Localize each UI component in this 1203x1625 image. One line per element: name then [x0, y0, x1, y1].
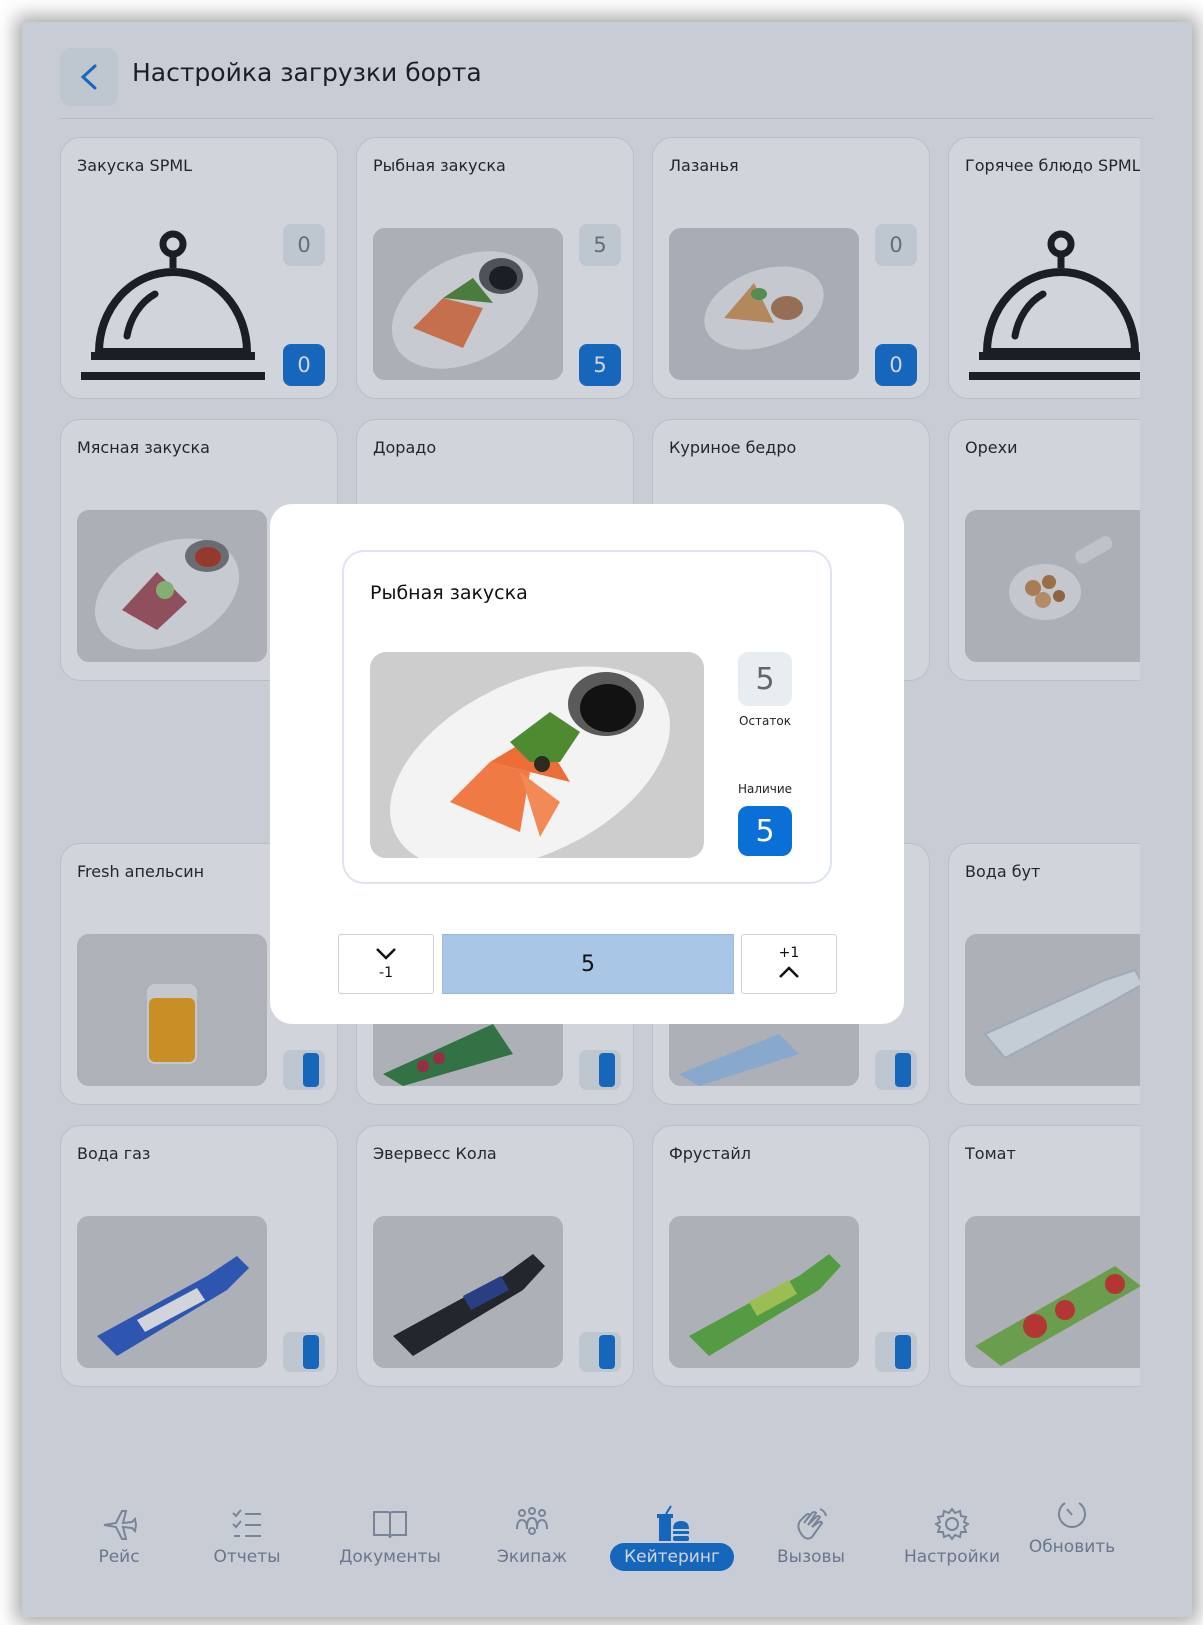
chevron-up-icon [779, 966, 799, 978]
quantity-input[interactable]: 5 [442, 934, 734, 994]
remaining-label: Остаток [739, 714, 791, 728]
product-detail-card: Рыбная закуска 5 Остаток Наличие 5 [342, 550, 832, 884]
fish-appetizer-photo [370, 652, 704, 858]
available-count: 5 [738, 806, 792, 856]
app-screen: Настройка загрузки борта Закуска SPML 0 … [22, 22, 1192, 1617]
decrement-label: -1 [379, 965, 393, 981]
chevron-down-icon [376, 948, 396, 960]
remaining-count: 5 [738, 652, 792, 706]
decrement-button[interactable]: -1 [338, 934, 434, 994]
modal-product-title: Рыбная закуска [370, 582, 528, 604]
increment-button[interactable]: +1 [741, 934, 837, 994]
increment-label: +1 [778, 945, 800, 961]
quantity-dialog: Рыбная закуска 5 Остаток Наличие 5 -1 5 … [270, 504, 904, 1024]
available-label: Наличие [737, 782, 793, 796]
